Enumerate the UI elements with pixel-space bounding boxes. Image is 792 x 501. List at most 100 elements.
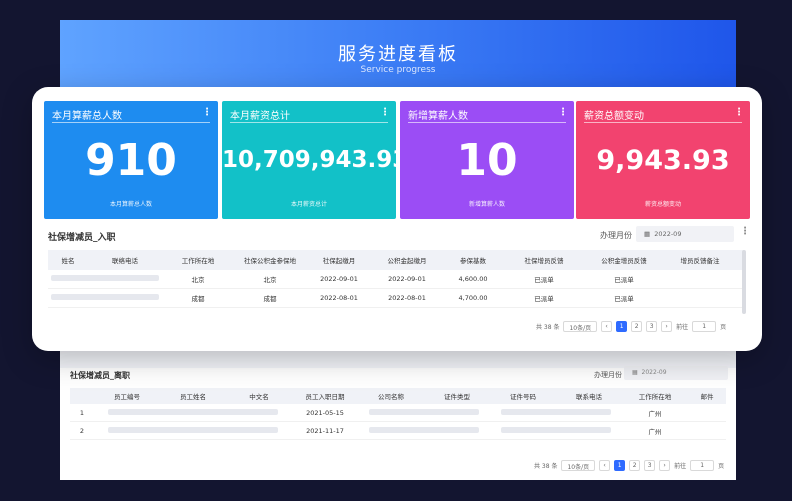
- page-unit-label: 页: [720, 324, 727, 331]
- more-vertical-icon[interactable]: ⋮: [740, 226, 750, 237]
- page-3-button[interactable]: 3: [644, 460, 656, 471]
- more-vertical-icon[interactable]: ⋮: [202, 107, 212, 118]
- exit-section-title: 社保增减员_离职: [70, 371, 130, 380]
- kpi-card-new-payroll-count: 新增算薪人数 ⋮ 10 新增算薪人数: [400, 101, 574, 219]
- page-2-button[interactable]: 2: [631, 321, 643, 332]
- exit-month-value: 2022-09: [641, 369, 667, 376]
- redacted-text: [108, 426, 278, 433]
- exit-col-id-type: 证件类型: [444, 393, 470, 401]
- more-vertical-icon[interactable]: ⋮: [380, 107, 390, 118]
- more-vertical-icon[interactable]: ⋮: [734, 107, 744, 118]
- table-row[interactable]: 北京 北京 2022-09-01 2022-09-01 4,600.00 已派单…: [48, 270, 744, 289]
- page-size-select[interactable]: 10条/页: [563, 321, 598, 332]
- goto-page-input[interactable]: 1: [690, 460, 715, 471]
- fund-start: 2022-08-01: [388, 294, 426, 302]
- kpi-value: 10: [456, 135, 518, 186]
- col-insurance-location: 社保公积金参保地: [244, 257, 296, 265]
- next-page-button[interactable]: ›: [659, 460, 671, 471]
- page-subtitle: Service progress: [360, 65, 436, 75]
- goto-label: 前往: [676, 324, 689, 331]
- exit-col-phone: 联系电话: [576, 393, 602, 401]
- page-size-select[interactable]: 10条/页: [561, 460, 596, 471]
- fund-feedback: 已派单: [614, 295, 634, 303]
- entry-month-value: 2022-09: [654, 230, 682, 238]
- fund-feedback: 已派单: [614, 276, 634, 284]
- redacted-text: [369, 426, 479, 433]
- col-feedback-note: 增员反馈备注: [680, 257, 720, 265]
- insurance-feedback: 已派单: [534, 295, 554, 303]
- page-1-button[interactable]: 1: [614, 460, 626, 471]
- total-count: 共 38 条: [536, 324, 560, 331]
- kpi-card-salary-change: 薪资总额变动 ⋮ 9,943.93 薪资总额变动: [576, 101, 750, 219]
- kpi-caption: 新增算薪人数: [468, 201, 505, 208]
- kpi-card-total-salary: 本月薪资总计 ⋮ 10,709,943.93 本月薪资总计: [222, 101, 408, 219]
- goto-page-input[interactable]: 1: [692, 321, 717, 332]
- col-fund-feedback: 公积金增员反馈: [601, 257, 647, 265]
- exit-col-work-location: 工作所在地: [638, 393, 672, 401]
- col-fund-start: 公积金起缴月: [387, 257, 427, 265]
- col-insurance-start: 社保起缴月: [322, 257, 356, 265]
- calendar-icon: ▦: [632, 369, 638, 376]
- exit-col-employee-id: 员工编号: [114, 393, 140, 401]
- page-3-button[interactable]: 3: [646, 321, 658, 332]
- kpi-title: 薪资总额变动: [584, 107, 742, 123]
- redacted-text: [108, 408, 278, 415]
- calendar-icon: ▦: [644, 230, 651, 238]
- col-base: 参保基数: [460, 257, 486, 265]
- work-location: 成都: [191, 295, 205, 303]
- dashboard-header: 服务进度看板 Service progress: [60, 20, 736, 92]
- kpi-caption: 本月薪资总计: [290, 201, 327, 208]
- prev-page-button[interactable]: ‹: [599, 460, 611, 471]
- kpi-card-total-payroll-count: 本月算薪总人数 ⋮ 910 本月算薪总人数: [44, 101, 218, 219]
- exit-pagination: 共 38 条 10条/页 ‹ 1 2 3 › 前往 1 页: [534, 460, 724, 471]
- exit-col-id-number: 证件号码: [510, 393, 536, 401]
- page-2-button[interactable]: 2: [629, 460, 641, 471]
- kpi-caption: 本月算薪总人数: [109, 201, 152, 208]
- redacted-text: [501, 426, 611, 433]
- exit-table-header: 员工编号 员工姓名 中文名 员工入职日期 公司名称 证件类型 证件号码 联系电话…: [70, 388, 726, 404]
- entry-month-picker[interactable]: ▦ 2022-09: [636, 226, 734, 242]
- fund-start: 2022-09-01: [388, 275, 426, 283]
- prev-page-button[interactable]: ‹: [601, 321, 613, 332]
- redacted-text: [51, 294, 159, 300]
- work-location: 北京: [191, 276, 205, 284]
- table-row[interactable]: 2 2021-11-17 广州: [70, 422, 726, 440]
- more-vertical-icon[interactable]: ⋮: [558, 107, 568, 118]
- entry-card: 本月算薪总人数 ⋮ 910 本月算薪总人数 本月薪资总计 ⋮ 10,709,94…: [32, 87, 762, 351]
- hire-date: 2021-11-17: [306, 426, 344, 435]
- hire-date: 2021-05-15: [306, 408, 344, 417]
- table-row[interactable]: 成都 成都 2022-08-01 2022-08-01 4,700.00 已派单…: [48, 289, 744, 308]
- insurance-start: 2022-09-01: [320, 275, 358, 283]
- col-name: 姓名: [61, 257, 75, 265]
- page-unit-label: 页: [718, 463, 725, 470]
- kpi-title: 本月算薪总人数: [52, 107, 210, 123]
- row-index: 2: [79, 426, 85, 435]
- next-page-button[interactable]: ›: [661, 321, 673, 332]
- insurance-start: 2022-08-01: [320, 294, 358, 302]
- exit-col-hire-date: 员工入职日期: [305, 393, 345, 401]
- entry-table-header: 姓名 联络电话 工作所在地 社保公积金参保地 社保起缴月 公积金起缴月 参保基数…: [48, 250, 744, 270]
- col-insurance-feedback: 社保增员反馈: [524, 257, 564, 265]
- kpi-title: 新增算薪人数: [408, 107, 566, 123]
- exit-month-picker[interactable]: ▦ 2022-09: [624, 366, 728, 380]
- page-1-button[interactable]: 1: [616, 321, 628, 332]
- kpi-caption: 薪资总额变动: [644, 201, 681, 208]
- col-phone: 联络电话: [112, 257, 138, 265]
- insurance-base: 4,700.00: [458, 294, 488, 302]
- exit-month-label: 办理月份: [594, 371, 622, 379]
- exit-col-email: 邮件: [700, 393, 714, 401]
- entry-section-title: 社保增减员_入职: [48, 233, 116, 243]
- insurance-feedback: 已派单: [534, 276, 554, 284]
- redacted-text: [501, 408, 611, 415]
- page-title: 服务进度看板: [338, 44, 458, 65]
- entry-month-label: 办理月份: [600, 231, 632, 240]
- entry-pagination: 共 38 条 10条/页 ‹ 1 2 3 › 前往 1 页: [536, 321, 726, 332]
- goto-label: 前往: [674, 463, 687, 470]
- table-row[interactable]: 1 2021-05-15 广州: [70, 404, 726, 422]
- row-index: 1: [79, 408, 85, 417]
- redacted-text: [369, 408, 479, 415]
- kpi-title: 本月薪资总计: [230, 107, 388, 123]
- insurance-location: 北京: [263, 276, 277, 284]
- table-scrollbar[interactable]: [742, 250, 746, 314]
- redacted-text: [51, 275, 159, 281]
